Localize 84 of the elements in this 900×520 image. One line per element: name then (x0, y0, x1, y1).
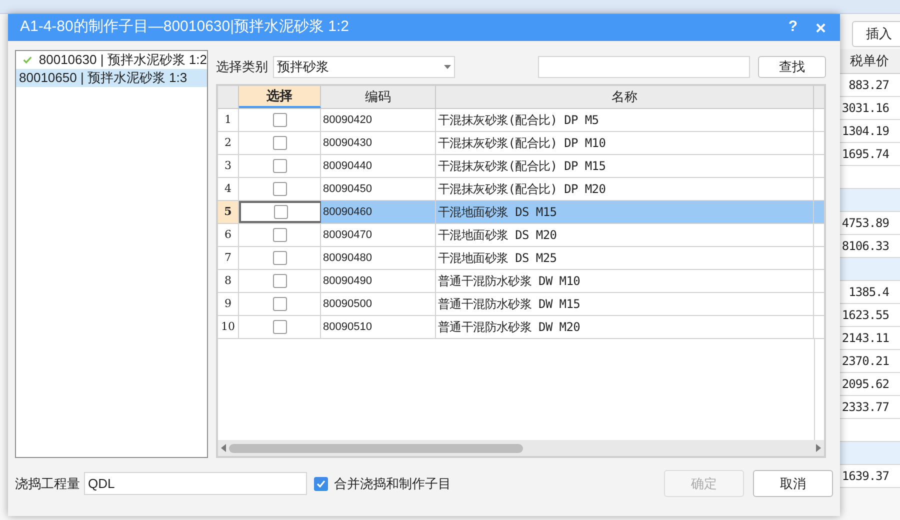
table-row[interactable]: 9 80090500 普通干混防水砂浆 DW M15 (218, 293, 824, 316)
checkbox[interactable] (272, 297, 286, 311)
column-header[interactable]: 编码 (321, 86, 436, 108)
table-row[interactable]: 7 80090480 干混地面砂浆 DS M25 (218, 247, 824, 270)
table-cell-text: 干混地面砂浆 DS M20 (438, 227, 557, 244)
row-number: 6 (224, 226, 232, 243)
table-cell-text: 干混抹灰砂浆(配合比) DP M10 (438, 135, 606, 152)
table-cell-text: 干混抹灰砂浆(配合比) DP M5 (438, 112, 599, 129)
horizontal-scrollbar[interactable] (218, 440, 824, 456)
merge-label: 合并浇捣和制作子目 (334, 474, 451, 493)
column-header[interactable]: 选择 (239, 86, 321, 108)
toolbar-button[interactable]: 插入 (852, 20, 900, 46)
table-cell-text: 4753.89 (842, 215, 889, 232)
table-cell-text: 干混地面砂浆 DS M15 (438, 204, 557, 221)
table-cell-text: 8106.33 (842, 238, 889, 255)
checkbox[interactable] (272, 251, 286, 265)
category-dropdown[interactable]: 预拌砂浆 (273, 56, 455, 78)
table-cell-text: 干混地面砂浆 DS M25 (438, 250, 557, 267)
row-number: 2 (224, 134, 232, 151)
table-row[interactable]: 10 80090510 普通干混防水砂浆 DW M20 (218, 316, 824, 339)
table-cell-text: 80090510 (323, 320, 372, 335)
table-cell-text: 干混抹灰砂浆(配合比) DP M15 (438, 158, 606, 175)
check-icon (23, 55, 32, 65)
category-label: 选择类别 (216, 58, 268, 76)
checkbox[interactable] (272, 159, 286, 173)
scroll-right-icon (816, 444, 821, 452)
window-title: A1-4-80的制作子目—80010630|预拌水泥砂浆 1:2 (20, 17, 350, 38)
table-row[interactable]: 5 80090460 干混地面砂浆 DS M15 (218, 201, 824, 224)
table-cell-text: 2095.62 (842, 376, 889, 393)
dropdown-icon (444, 65, 451, 69)
column-header[interactable]: 名称 (436, 86, 814, 108)
scroll-thumb[interactable] (229, 444, 523, 452)
checkbox[interactable] (272, 182, 286, 196)
row-number: 8 (224, 272, 232, 289)
table-cell-text: 普通干混防水砂浆 DW M15 (438, 296, 580, 313)
row-number: 7 (224, 250, 232, 266)
table-cell-text: 2333.77 (842, 399, 889, 416)
row-number: 4 (224, 180, 232, 197)
table-cell-text: 80090500 (323, 296, 372, 312)
table-cell-text: 80090470 (323, 228, 372, 243)
table-cell-text: 3031.16 (842, 100, 889, 117)
table-cell-text: 2370.21 (842, 353, 889, 370)
checkbox[interactable] (272, 136, 286, 150)
row-number: 5 (224, 204, 232, 220)
quantity-field[interactable]: QDL (84, 472, 307, 495)
table-cell-text: 80090420 (323, 112, 372, 128)
table-cell-text: 883.27 (848, 77, 889, 94)
column-header: 税单价 (850, 52, 889, 70)
table-cell-text: 普通干混防水砂浆 DW M10 (438, 273, 580, 290)
table-cell-text: 1639.37 (842, 468, 889, 485)
checkbox[interactable] (274, 205, 288, 219)
checkbox[interactable] (272, 320, 286, 334)
table-cell-text: 80090430 (323, 136, 372, 151)
table-row[interactable]: 1 80090420 干混抹灰砂浆(配合比) DP M5 (218, 109, 824, 132)
table-cell-text: 1695.74 (842, 146, 889, 163)
table-cell-text: 1623.55 (842, 307, 889, 324)
table-cell-text: 2143.11 (842, 330, 889, 347)
dialog-button[interactable]: 取消 (753, 470, 833, 497)
table-row[interactable]: 6 80090470 干混地面砂浆 DS M20 (218, 224, 824, 247)
table-cell-text: 80090490 (323, 274, 372, 289)
table-row[interactable]: 2 80090430 干混抹灰砂浆(配合比) DP M10 (218, 132, 824, 155)
checkbox[interactable] (272, 274, 286, 288)
checkbox[interactable] (314, 476, 328, 490)
search-field[interactable] (538, 56, 750, 78)
check-icon (316, 478, 326, 488)
row-number: 1 (224, 112, 232, 128)
row-number: 9 (224, 296, 232, 312)
table-cell-text: 80090440 (323, 158, 372, 174)
table-cell-text: 干混抹灰砂浆(配合比) DP M20 (438, 181, 606, 198)
checkbox[interactable] (272, 113, 286, 127)
quantity-label: 浇捣工程量 (15, 474, 80, 493)
row-number: 10 (221, 318, 235, 335)
table-cell-text: 1304.19 (842, 123, 889, 140)
table-cell-text: 1385.4 (848, 284, 889, 301)
table-cell-text: 80090450 (323, 182, 372, 197)
table-row[interactable]: 8 80090490 普通干混防水砂浆 DW M10 (218, 270, 824, 293)
table-cell-text: 普通干混防水砂浆 DW M20 (438, 319, 580, 336)
table-cell-text: 80090460 (323, 204, 372, 220)
search-button[interactable]: 查找 (758, 56, 826, 78)
table-cell-text: 80090480 (323, 250, 372, 266)
row-number: 3 (224, 158, 232, 174)
checkbox[interactable] (272, 228, 286, 242)
scroll-left-icon (221, 444, 226, 452)
table-row[interactable]: 3 80090440 干混抹灰砂浆(配合比) DP M15 (218, 155, 824, 178)
